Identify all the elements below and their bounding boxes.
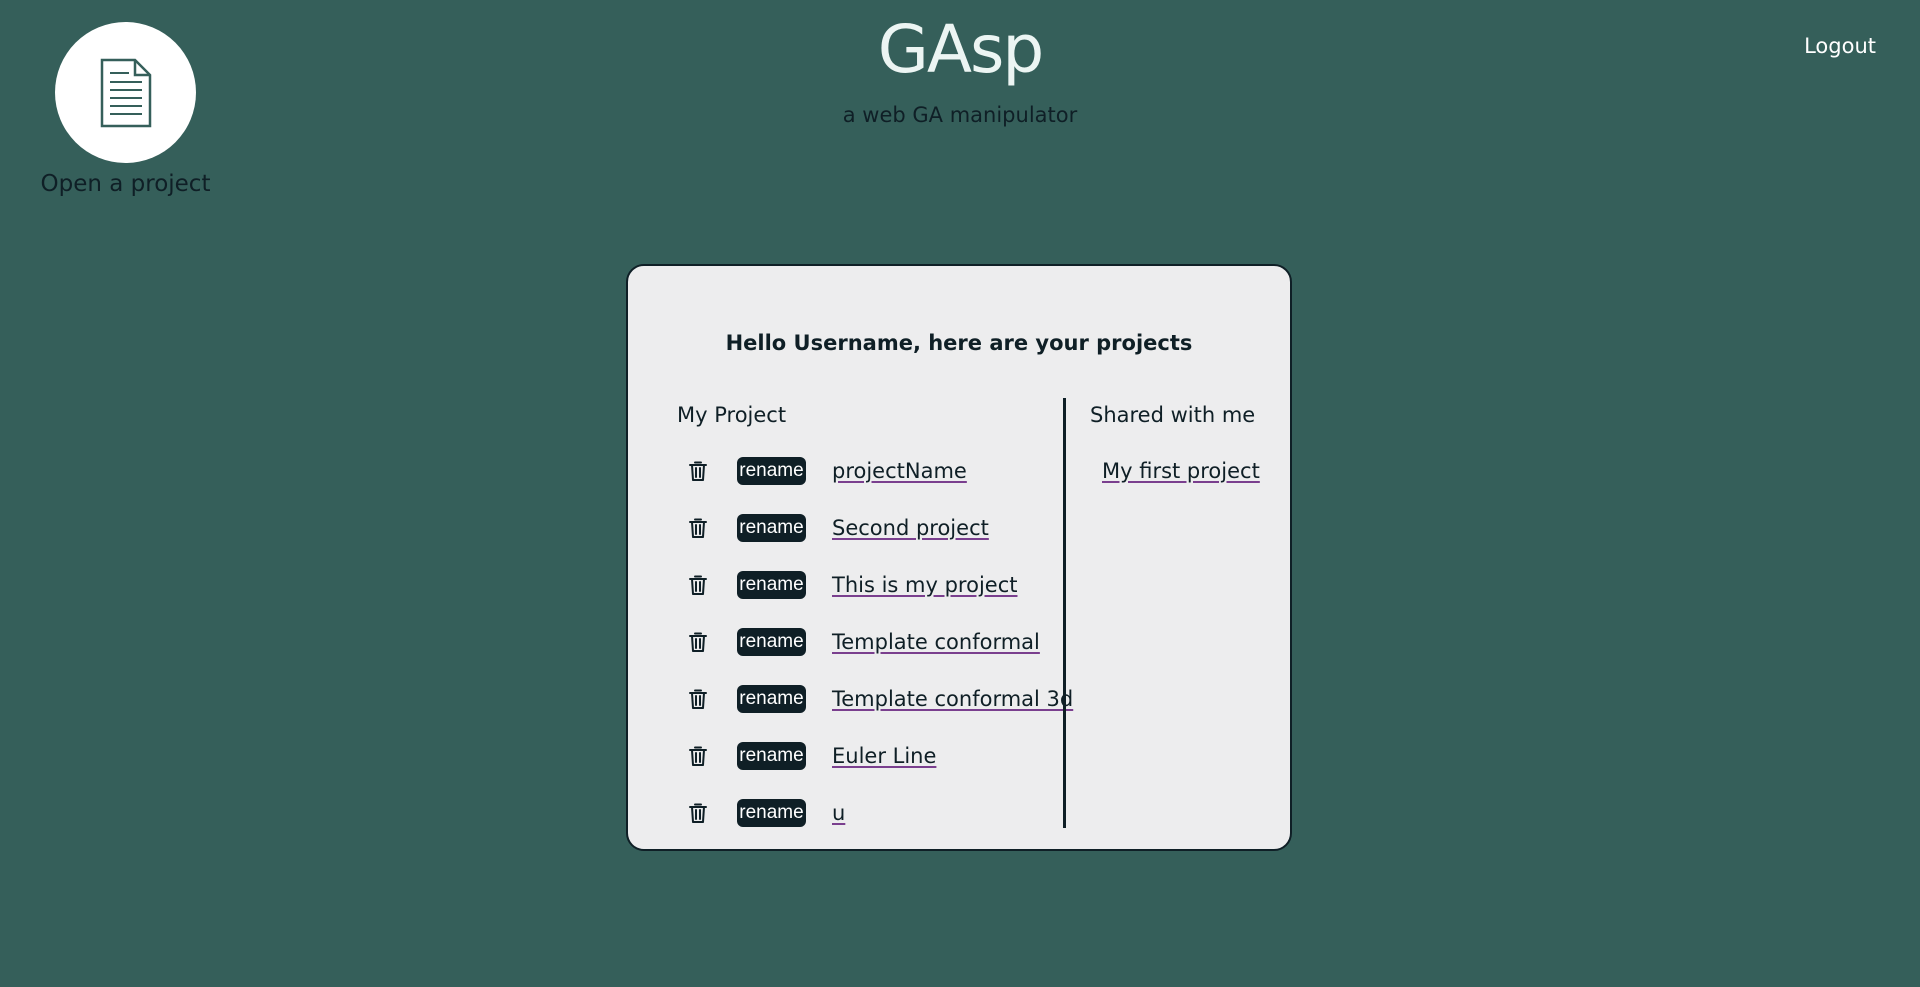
trash-icon[interactable] bbox=[686, 800, 710, 826]
project-row: rename Euler Line bbox=[686, 727, 1073, 784]
project-row: rename u bbox=[686, 784, 1073, 841]
trash-icon[interactable] bbox=[686, 572, 710, 598]
column-divider bbox=[1063, 398, 1066, 828]
document-icon bbox=[100, 58, 151, 127]
project-link[interactable]: Second project bbox=[832, 513, 989, 543]
rename-button[interactable]: rename bbox=[737, 741, 806, 770]
rename-button[interactable]: rename bbox=[737, 627, 806, 656]
projects-panel: Hello Username, here are your projects M… bbox=[626, 264, 1292, 851]
rename-button[interactable]: rename bbox=[737, 684, 806, 713]
rename-button[interactable]: rename bbox=[737, 570, 806, 599]
project-row: rename projectName bbox=[686, 442, 1073, 499]
my-projects-list: rename projectName rename Second project… bbox=[686, 442, 1073, 841]
project-row: rename Template conformal 3d bbox=[686, 670, 1073, 727]
trash-icon[interactable] bbox=[686, 515, 710, 541]
trash-icon[interactable] bbox=[686, 458, 710, 484]
project-link[interactable]: This is my project bbox=[832, 570, 1017, 600]
open-project-circle[interactable] bbox=[55, 22, 196, 163]
project-link[interactable]: Template conformal 3d bbox=[832, 684, 1073, 714]
shared-project-row: My first project bbox=[1102, 442, 1260, 499]
project-row: rename Second project bbox=[686, 499, 1073, 556]
project-link[interactable]: u bbox=[832, 798, 845, 828]
project-link[interactable]: projectName bbox=[832, 456, 967, 486]
logout-link[interactable]: Logout bbox=[1804, 31, 1876, 61]
shared-projects-list: My first project bbox=[1102, 442, 1260, 499]
app-title: GAsp bbox=[877, 11, 1045, 88]
my-projects-heading: My Project bbox=[677, 403, 787, 427]
trash-icon[interactable] bbox=[686, 743, 710, 769]
open-project-button[interactable]: Open a project bbox=[40, 22, 211, 199]
rename-button[interactable]: rename bbox=[737, 456, 806, 485]
panel-heading: Hello Username, here are your projects bbox=[725, 331, 1193, 355]
project-row: rename Template conformal bbox=[686, 613, 1073, 670]
shared-heading: Shared with me bbox=[1090, 403, 1256, 427]
rename-button[interactable]: rename bbox=[737, 798, 806, 827]
project-row: rename This is my project bbox=[686, 556, 1073, 613]
app-subtitle: a web GA manipulator bbox=[842, 103, 1078, 127]
rename-button[interactable]: rename bbox=[737, 513, 806, 542]
trash-icon[interactable] bbox=[686, 629, 710, 655]
open-project-label[interactable]: Open a project bbox=[40, 169, 211, 199]
project-link[interactable]: Template conformal bbox=[832, 627, 1040, 657]
trash-icon[interactable] bbox=[686, 686, 710, 712]
shared-project-link[interactable]: My first project bbox=[1102, 456, 1260, 486]
project-link[interactable]: Euler Line bbox=[832, 741, 936, 771]
